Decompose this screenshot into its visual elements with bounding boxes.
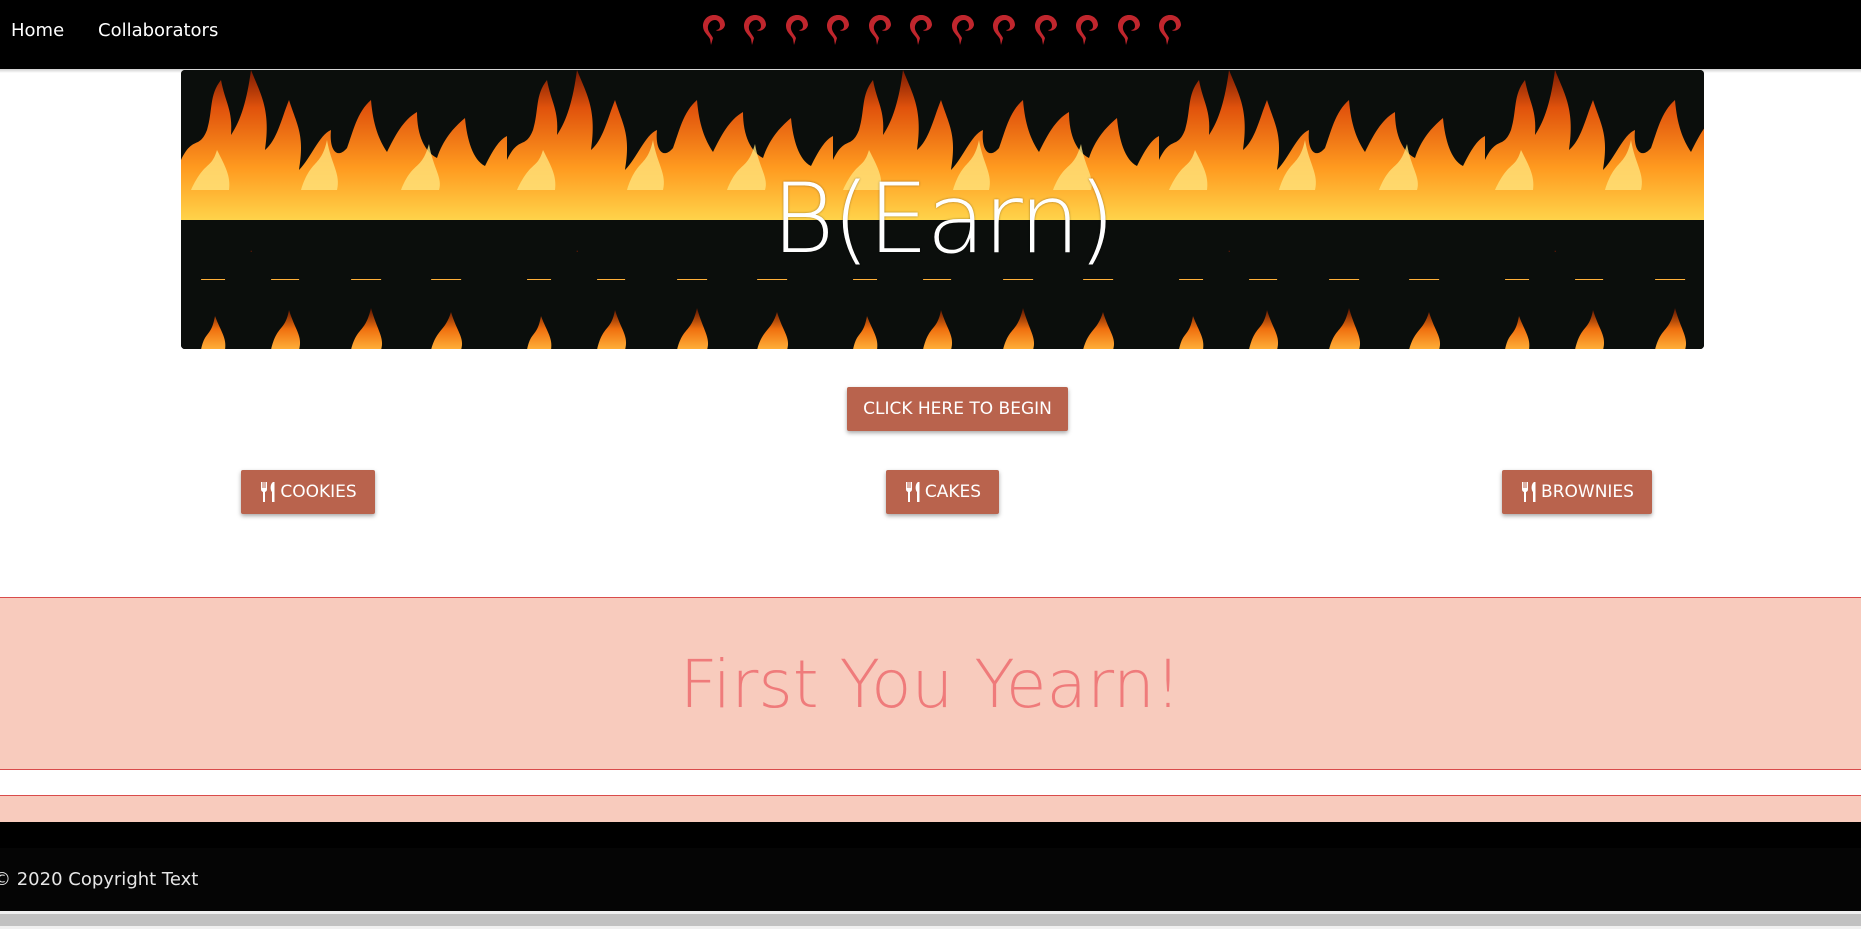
- pin-icon-row: [693, 14, 1191, 50]
- map-pin-icon: [818, 14, 860, 50]
- map-pin-icon: [735, 14, 777, 50]
- map-pin-icon: [1150, 14, 1192, 50]
- utensils-icon: [259, 481, 279, 503]
- map-pin-icon: [984, 14, 1026, 50]
- utensils-icon: [1520, 481, 1540, 503]
- map-pin-icon: [859, 14, 901, 50]
- footer-top-bar: [0, 822, 1861, 848]
- cakes-button[interactable]: CAKES: [886, 470, 999, 514]
- yearn-banner: First You Yearn!: [0, 597, 1861, 770]
- map-pin-icon: [693, 14, 735, 50]
- utensils-icon: [904, 481, 924, 503]
- map-pin-icon: [942, 14, 984, 50]
- cakes-button-label: CAKES: [924, 482, 982, 502]
- horizontal-scrollbar[interactable]: [0, 911, 1861, 929]
- map-pin-icon: [1025, 14, 1067, 50]
- pink-strip: [0, 795, 1861, 823]
- cookies-button[interactable]: COOKIES: [241, 470, 375, 514]
- cookies-button-label: COOKIES: [280, 482, 357, 502]
- hero-title: B(Earn): [771, 162, 1116, 275]
- map-pin-icon: [1067, 14, 1109, 50]
- brownies-button[interactable]: BROWNIES: [1502, 470, 1652, 514]
- top-navbar: Home Collaborators: [0, 0, 1861, 69]
- begin-button[interactable]: CLICK HERE TO BEGIN: [847, 387, 1068, 431]
- begin-button-label: CLICK HERE TO BEGIN: [863, 399, 1052, 419]
- nav-link-collaborators[interactable]: Collaborators: [98, 19, 218, 43]
- copyright-text: © 2020 Copyright Text: [0, 869, 199, 890]
- map-pin-icon: [1108, 14, 1150, 50]
- map-pin-icon: [776, 14, 818, 50]
- hero-banner: B(Earn): [181, 70, 1704, 349]
- scrollbar-thumb[interactable]: [0, 914, 1861, 926]
- map-pin-icon: [901, 14, 943, 50]
- brownies-button-label: BROWNIES: [1541, 482, 1634, 502]
- yearn-banner-title: First You Yearn!: [679, 645, 1182, 723]
- nav-link-home[interactable]: Home: [11, 19, 64, 43]
